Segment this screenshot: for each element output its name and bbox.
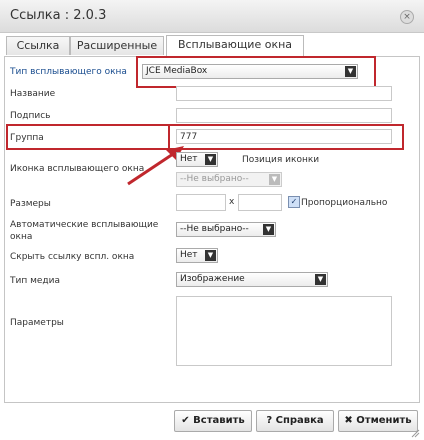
- width-input[interactable]: [176, 194, 226, 211]
- auto-popup-value: --Не выбрано--: [180, 224, 249, 234]
- insert-button-label: Вставить: [193, 415, 245, 426]
- cancel-icon: ✖: [344, 415, 353, 426]
- chevron-down-icon[interactable]: ▼: [315, 274, 326, 285]
- popup-icon-label: Иконка всплывающего окна: [10, 164, 145, 174]
- popup-icon-select[interactable]: Нет ▼: [176, 152, 218, 167]
- auto-popup-label: Автоматические всплывающие окна: [10, 220, 159, 242]
- hide-link-value: Нет: [180, 250, 198, 260]
- popup-icon-value: Нет: [180, 154, 198, 164]
- cancel-button-label: Отменить: [356, 415, 412, 426]
- help-button-label: Справка: [275, 415, 324, 426]
- height-input[interactable]: [238, 194, 282, 211]
- check-icon: ✔: [181, 415, 190, 426]
- cancel-button[interactable]: ✖ Отменить: [338, 410, 418, 432]
- icon-position-value: --Не выбрано--: [180, 174, 249, 184]
- icon-position-label: Позиция иконки: [242, 155, 320, 165]
- params-textarea[interactable]: [176, 296, 392, 366]
- proportional-checkbox[interactable]: ✓: [288, 196, 300, 208]
- chevron-down-icon[interactable]: ▼: [263, 224, 274, 235]
- media-type-value: Изображение: [180, 274, 245, 284]
- chevron-down-icon[interactable]: ▼: [205, 154, 216, 165]
- chevron-down-icon[interactable]: ▼: [205, 250, 216, 261]
- proportional-label: Пропорционально: [301, 198, 388, 208]
- media-type-select[interactable]: Изображение ▼: [176, 272, 328, 287]
- dimensions-separator: x: [229, 197, 235, 207]
- help-icon: ?: [266, 415, 273, 426]
- chevron-down-icon[interactable]: ▼: [269, 174, 280, 185]
- resize-grip-icon[interactable]: [410, 428, 420, 438]
- help-button[interactable]: ? Справка: [256, 410, 334, 432]
- dimensions-label: Размеры: [10, 199, 51, 209]
- params-label: Параметры: [10, 318, 64, 328]
- icon-position-select[interactable]: --Не выбрано-- ▼: [176, 172, 282, 187]
- media-type-label: Тип медиа: [10, 276, 61, 286]
- insert-button[interactable]: ✔ Вставить: [174, 410, 252, 432]
- hide-link-select[interactable]: Нет ▼: [176, 248, 218, 263]
- auto-popup-select[interactable]: --Не выбрано-- ▼: [176, 222, 276, 237]
- hide-link-label: Скрыть ссылку вспл. окна: [10, 252, 135, 262]
